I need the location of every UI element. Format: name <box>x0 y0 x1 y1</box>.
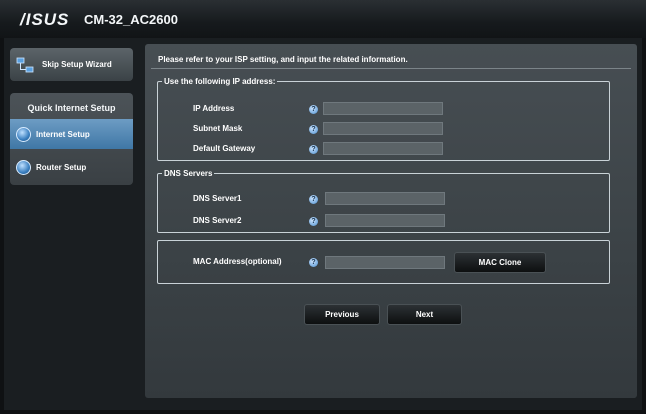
sidebar-item-label: Internet Setup <box>36 129 90 139</box>
help-icon[interactable]: ? <box>309 145 318 154</box>
dns-server2-input[interactable] <box>325 214 445 227</box>
sidebar: Skip Setup Wizard Quick Internet Setup I… <box>10 48 135 185</box>
mac-address-label: MAC Address(optional) <box>193 257 282 266</box>
network-icon <box>16 57 34 72</box>
mac-address-input[interactable] <box>325 256 445 269</box>
quick-internet-setup-menu: Quick Internet Setup Internet Setup Rout… <box>10 93 133 185</box>
subnet-mask-label: Subnet Mask <box>193 124 243 133</box>
divider <box>151 68 631 69</box>
model-name: CM-32_AC2600 <box>84 12 178 27</box>
mac-clone-button[interactable]: MAC Clone <box>454 252 546 273</box>
help-icon[interactable]: ? <box>309 217 318 226</box>
dns-server2-label: DNS Server2 <box>193 216 242 225</box>
sidebar-item-label: Router Setup <box>36 162 87 172</box>
skip-setup-wizard-button[interactable]: Skip Setup Wizard <box>10 48 133 81</box>
subnet-mask-input[interactable] <box>323 122 443 135</box>
top-banner: /ISUS CM-32_AC2600 <box>0 0 646 38</box>
dns-server1-input[interactable] <box>325 192 445 205</box>
help-icon[interactable]: ? <box>309 125 318 134</box>
previous-button[interactable]: Previous <box>304 304 380 325</box>
step-two-icon <box>16 159 31 175</box>
mac-address-section: MAC Address(optional) ? MAC Clone <box>157 240 610 284</box>
ip-address-input[interactable] <box>323 102 443 115</box>
skip-setup-wizard-label: Skip Setup Wizard <box>42 60 112 69</box>
dns-server1-label: DNS Server1 <box>193 194 242 203</box>
asus-logo: /ISUS <box>20 10 70 29</box>
step-one-icon <box>16 126 31 142</box>
menu-title: Quick Internet Setup <box>27 103 116 113</box>
default-gateway-label: Default Gateway <box>193 144 256 153</box>
ip-address-section: Use the following IP address: IP Address… <box>157 77 610 161</box>
ip-address-label: IP Address <box>193 104 235 113</box>
sidebar-item-internet-setup[interactable]: Internet Setup <box>10 119 133 149</box>
help-icon[interactable]: ? <box>309 258 318 267</box>
help-icon[interactable]: ? <box>309 195 318 204</box>
dns-section-legend: DNS Servers <box>164 169 213 178</box>
help-icon[interactable]: ? <box>309 105 318 114</box>
dns-servers-section: DNS Servers DNS Server1 ? DNS Server2 ? <box>157 169 610 233</box>
intro-text: Please refer to your ISP setting, and in… <box>158 55 408 64</box>
main-panel: Please refer to your ISP setting, and in… <box>145 44 637 398</box>
ip-section-legend: Use the following IP address: <box>164 77 276 86</box>
next-button[interactable]: Next <box>387 304 462 325</box>
sidebar-item-router-setup[interactable]: Router Setup <box>10 149 133 185</box>
default-gateway-input[interactable] <box>323 142 443 155</box>
